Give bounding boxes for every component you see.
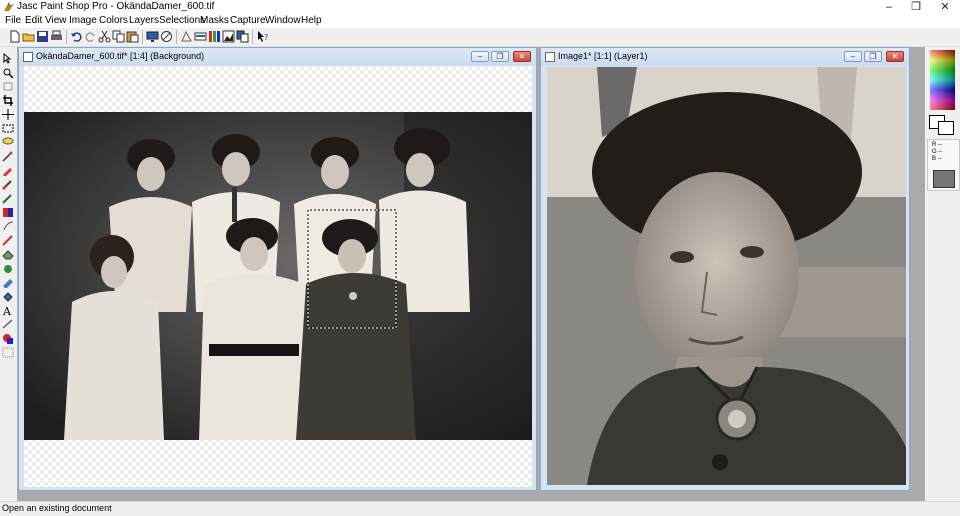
eraser-tool-icon[interactable] [2,249,14,260]
menu-image[interactable]: Image [69,14,97,28]
undo-icon[interactable] [70,30,83,43]
full-screen-preview-icon[interactable] [146,30,159,43]
flood-fill-icon[interactable] [2,291,14,302]
preset-shapes-icon[interactable] [2,333,14,344]
no-entry-icon[interactable] [160,30,173,43]
pattern-swatch[interactable] [933,170,955,188]
minimize-button[interactable]: ‒ [874,0,904,14]
context-help-icon[interactable]: ? [256,30,269,43]
save-disk-icon[interactable] [36,30,49,43]
status-bar: Open an existing document [0,501,960,516]
print-icon[interactable] [50,30,63,43]
status-text: Open an existing document [2,503,112,513]
zoom-tool-icon[interactable] [2,67,14,78]
draw-tool-icon[interactable] [2,319,14,330]
browse-icon[interactable] [180,30,193,43]
svg-text:?: ? [264,33,268,42]
menu-window[interactable]: Window [265,14,301,28]
menu-bar: File Edit View Image Colors Layers Selec… [0,14,960,28]
new-document-icon[interactable] [8,30,21,43]
vector-object-icon[interactable] [2,347,14,358]
cut-scissors-icon[interactable] [98,30,111,43]
mover-tool-icon[interactable] [2,109,14,120]
doc-close-button[interactable]: ✕ [513,51,531,62]
layers-palette-icon[interactable] [236,30,249,43]
freehand-lasso-icon[interactable] [2,137,14,148]
menu-selections[interactable]: Selections [159,14,205,28]
app-logo-icon [4,2,14,11]
airbrush-icon[interactable] [2,277,14,288]
selection-tool-icon[interactable] [2,123,14,134]
doc-minimize-button[interactable]: ‒ [471,51,489,62]
menu-edit[interactable]: Edit [25,14,42,28]
text-tool-icon[interactable]: A [2,305,14,316]
standard-toolbar: ? [0,28,960,47]
scratch-remover-icon[interactable] [2,235,14,246]
open-folder-icon[interactable] [22,30,35,43]
document-titlebar[interactable]: Image1* [1:1] (Layer1) ‒ ❐ ✕ [541,48,909,66]
rgb-readout-g: G -- [932,149,943,155]
document-title: OkändaDamer_600.tif* [1:4] (Background) [36,51,205,61]
doc-maximize-button[interactable]: ❐ [491,51,509,62]
arrow-tool-icon[interactable] [2,53,14,64]
redo-icon[interactable] [84,30,97,43]
document-icon [23,52,33,62]
doc-maximize-button[interactable]: ❐ [864,51,882,62]
svg-text:A: A [2,305,12,316]
clone-brush-icon[interactable] [2,193,14,204]
histogram-icon[interactable] [222,30,235,43]
menu-colors[interactable]: Colors [99,14,128,28]
color-info-box: R -- G -- B -- [927,139,960,191]
copy-icon[interactable] [112,30,125,43]
doc-close-button[interactable]: ✕ [886,51,904,62]
window-title: Jasc Paint Shop Pro - OkändaDamer_600.ti… [17,1,215,12]
document-icon [545,52,555,62]
menu-help[interactable]: Help [301,14,322,28]
dropper-tool-icon[interactable] [2,165,14,176]
paint-brush-icon[interactable] [2,179,14,190]
color-palette-icon[interactable] [208,30,221,43]
rgb-readout-b: B -- [932,156,942,162]
doc-minimize-button[interactable]: ‒ [844,51,862,62]
color-palette-panel: R -- G -- B -- [925,47,960,501]
picture-tube-icon[interactable] [2,263,14,274]
maximize-button[interactable]: ❐ [901,0,931,14]
color-spectrum-picker[interactable] [930,50,955,110]
color-replacer-icon[interactable] [2,207,14,218]
deform-tool-icon[interactable] [2,81,14,92]
menu-capture[interactable]: Capture [230,14,266,28]
close-button[interactable]: ✕ [930,0,960,14]
background-color-swatch[interactable] [938,121,954,135]
menu-view[interactable]: View [45,14,67,28]
retouch-tool-icon[interactable] [2,221,14,232]
document-window-group-photo[interactable]: OkändaDamer_600.tif* [1:4] (Background) … [18,47,537,491]
crop-tool-icon[interactable] [2,95,14,106]
menu-file[interactable]: File [5,14,21,28]
document-titlebar[interactable]: OkändaDamer_600.tif* [1:4] (Background) … [19,48,536,66]
tool-palette: A [0,47,18,501]
document-window-portrait[interactable]: Image1* [1:1] (Layer1) ‒ ❐ ✕ [540,47,910,491]
menu-layers[interactable]: Layers [129,14,159,28]
title-bar: Jasc Paint Shop Pro - OkändaDamer_600.ti… [0,0,960,14]
document-canvas[interactable] [24,66,532,487]
group-photo-image[interactable] [24,112,532,440]
cropped-portrait-image[interactable] [547,67,906,485]
document-title: Image1* [1:1] (Layer1) [558,51,648,61]
magic-wand-icon[interactable] [2,151,14,162]
rgb-readout-r: R -- [932,142,942,148]
paste-icon[interactable] [126,30,139,43]
menu-masks[interactable]: Masks [200,14,229,28]
toolbars-icon[interactable] [194,30,207,43]
